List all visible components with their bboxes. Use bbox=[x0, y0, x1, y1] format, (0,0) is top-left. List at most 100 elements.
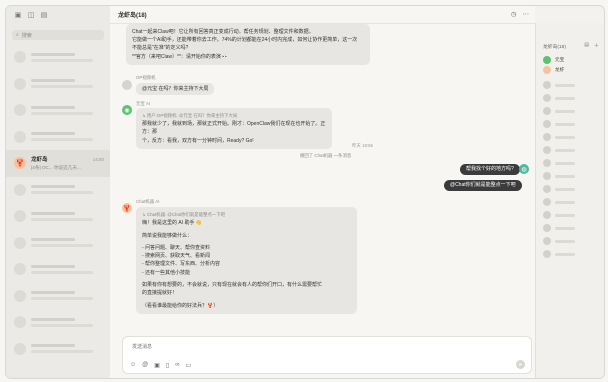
member-item[interactable]: 元宝 bbox=[543, 56, 564, 64]
message-line: - 搜索网页、获取天气、看新闻 bbox=[142, 253, 211, 260]
layout-icon[interactable]: ▣ bbox=[14, 11, 22, 19]
message-text: @元宝 在吗？你来主持下大局 bbox=[142, 86, 209, 92]
message-text: @Chat你们就是能整点一下吧 bbox=[450, 182, 516, 188]
more-icon[interactable]: ⋯ bbox=[523, 10, 530, 18]
sidebar-toolbar: ▣ ◫ ▤ bbox=[6, 6, 110, 24]
list-item[interactable] bbox=[6, 177, 110, 204]
group-header: 龙虾岛(18) bbox=[543, 45, 566, 50]
member-item[interactable] bbox=[543, 185, 575, 193]
member-name: 元宝 bbox=[555, 57, 565, 62]
member-item[interactable]: 龙虾 bbox=[543, 66, 564, 74]
chat-item-active[interactable]: 🦞 龙虾岛 [4条] OC... 你说这几天... 14:50 bbox=[6, 150, 110, 177]
search-placeholder: 搜索 bbox=[21, 32, 32, 39]
member-item[interactable] bbox=[543, 211, 575, 219]
avatar bbox=[14, 289, 26, 302]
chat-time: 14:50 bbox=[92, 157, 104, 162]
list-item[interactable] bbox=[6, 336, 110, 363]
chat-title: 龙虾岛(18) bbox=[118, 13, 147, 19]
avatar bbox=[14, 263, 26, 276]
doc-icon[interactable]: ▤ bbox=[584, 42, 589, 49]
member-item[interactable] bbox=[543, 237, 575, 245]
chat-preview: [4条] OC... 你说这几天... bbox=[31, 165, 81, 171]
image-icon[interactable]: ▣ bbox=[154, 362, 160, 369]
quoted-message: ↳ Chat机器: @Chat你们就是能整点一下吧 bbox=[142, 212, 226, 217]
message-line: 简单说我能够做什么： bbox=[142, 232, 193, 239]
quoted-message: ↳ 用户:OP视频机: @元宝 在吗？你来主持下大局 bbox=[142, 113, 238, 118]
lobster-avatar bbox=[543, 66, 551, 74]
member-item[interactable] bbox=[543, 81, 575, 89]
avatar bbox=[14, 104, 26, 117]
lobster-avatar: 🦞 bbox=[14, 157, 26, 170]
notes-icon[interactable]: ▤ bbox=[40, 11, 48, 19]
add-icon[interactable]: ＋ bbox=[594, 42, 599, 49]
member-item[interactable] bbox=[543, 107, 575, 115]
list-item[interactable] bbox=[6, 256, 110, 283]
member-item[interactable] bbox=[543, 198, 575, 206]
member-item[interactable] bbox=[543, 120, 575, 128]
message-bubble: @元宝 在吗？你来主持下大局 bbox=[136, 83, 215, 96]
search-icon: ⌕ bbox=[16, 32, 19, 38]
group-panel: 龙虾岛(18) ▤ ＋ 元宝 龙虾 bbox=[535, 23, 604, 378]
message-line: 嗨！我是这里的 AI 助手 👋 bbox=[142, 220, 203, 227]
link-icon[interactable]: ∞ bbox=[175, 362, 179, 369]
history-icon[interactable]: ◷ bbox=[511, 10, 517, 18]
chat-main: 龙虾岛(18) ◷ ⋯ Chat一起来Claw吧！它让所有回答真正变成行动。帮任… bbox=[110, 6, 535, 378]
app-window: ▣ ◫ ▤ ⌕ 搜索 🦞 龙虾岛 [4条] OC... 你说这几天... 14:… bbox=[5, 5, 605, 379]
member-name: 龙虾 bbox=[555, 67, 565, 72]
message-line: 它能做一个AI助手，还能带着你去工作。74%的计划都能在24小时内完成，如何让协… bbox=[132, 37, 358, 44]
message-bubble: ↳ Chat机器: @Chat你们就是能整点一下吧 嗨！我是这里的 AI 助手 … bbox=[136, 207, 357, 314]
my-avatar: ◍ bbox=[519, 164, 529, 174]
chat-bubble-icon[interactable]: ◫ bbox=[27, 11, 35, 19]
avatar bbox=[14, 77, 26, 90]
member-item[interactable] bbox=[543, 146, 575, 154]
avatar bbox=[14, 51, 26, 64]
avatar bbox=[14, 316, 26, 329]
message-input[interactable] bbox=[130, 343, 200, 351]
message-line: 不能总是"在准"的定义吗? bbox=[132, 45, 189, 52]
member-item[interactable] bbox=[543, 250, 575, 258]
avatar bbox=[14, 130, 26, 143]
my-message-bubble: @Chat你们就是能整点一下吧 bbox=[444, 180, 522, 191]
list-item[interactable] bbox=[6, 230, 110, 257]
screen-icon[interactable]: ▭ bbox=[186, 362, 192, 369]
list-item[interactable] bbox=[6, 283, 110, 310]
message-composer[interactable]: ☺ @ ▣ ▯ ∞ ▭ ➤ bbox=[122, 336, 532, 374]
avatar bbox=[14, 342, 26, 355]
avatar bbox=[14, 210, 26, 223]
avatar bbox=[14, 236, 26, 249]
chat-header: 龙虾岛(18) ◷ ⋯ bbox=[110, 6, 535, 24]
message-line: Chat一起来Claw吧！它让所有回答真正变成行动。帮任务规划、整理文件和数据。 bbox=[132, 29, 314, 35]
yuanbao-avatar: ◉ bbox=[122, 105, 132, 115]
member-item[interactable] bbox=[543, 159, 575, 167]
list-item[interactable] bbox=[6, 124, 110, 151]
search-input[interactable]: ⌕ 搜索 bbox=[12, 30, 104, 40]
sender-name: OP视频机 bbox=[136, 75, 156, 80]
message-line: （看看谁最能给你的好法兵？🦞） bbox=[142, 302, 219, 309]
message-line: - 问答问题、聊天、帮你查资料 bbox=[142, 244, 211, 251]
file-icon[interactable]: ▯ bbox=[166, 362, 169, 369]
my-message-bubble: 帮我找个好的地方吗? bbox=[460, 164, 520, 175]
member-item[interactable] bbox=[543, 172, 575, 180]
message-line: **官方（来吧Claw）**：请开始你的表演 👀 bbox=[132, 53, 229, 60]
list-item[interactable] bbox=[6, 203, 110, 230]
yuanbao-avatar bbox=[543, 56, 551, 64]
member-item[interactable] bbox=[543, 224, 575, 232]
member-item[interactable] bbox=[543, 94, 575, 102]
emoji-icon[interactable]: ☺ bbox=[130, 362, 136, 369]
send-button[interactable]: ➤ bbox=[516, 360, 525, 369]
message-line: 的直接提就好！ bbox=[142, 290, 178, 297]
mention-icon[interactable]: @ bbox=[142, 362, 148, 369]
list-item[interactable] bbox=[6, 97, 110, 124]
list-item[interactable] bbox=[6, 44, 110, 71]
chat-sidebar: ▣ ◫ ▤ ⌕ 搜索 🦞 龙虾岛 [4条] OC... 你说这几天... 14:… bbox=[6, 6, 111, 378]
message-bubble: Chat一起来Claw吧！它让所有回答真正变成行动。帮任务规划、整理文件和数据。… bbox=[126, 24, 370, 65]
avatar bbox=[14, 183, 26, 196]
message-text: 帮我找个好的地方吗? bbox=[466, 166, 514, 172]
message-line: 那我就少了，我就到场，那就正式开始。刚才：OpenClaw我们在现在也开始了。正… bbox=[142, 121, 326, 136]
list-item[interactable] bbox=[6, 309, 110, 336]
message-line: 如果有你有想要的，不会就说，只有现在就会有人的帮你们开口，有什么需要帮忙 bbox=[142, 282, 323, 289]
list-item[interactable] bbox=[6, 71, 110, 98]
member-item[interactable] bbox=[543, 133, 575, 141]
message-line: - 帮你整理文件、写东西、分析内容 bbox=[142, 261, 221, 268]
lobster-avatar: 🦞 bbox=[122, 203, 132, 213]
